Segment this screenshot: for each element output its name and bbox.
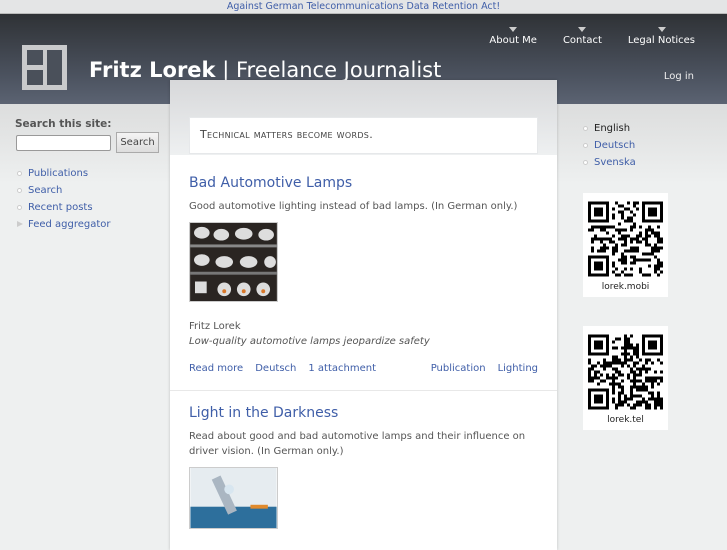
type-tag-link[interactable]: Publication [431,363,486,374]
login-link[interactable]: Log in [664,71,694,82]
language-svenska[interactable]: Svenska [581,156,636,173]
attachment-link[interactable]: 1 attachment [308,363,376,374]
main-content: Technical matters become words. Bad Auto… [170,80,557,550]
top-nav: About Me Contact Legal Notices [489,27,727,46]
post-image[interactable] [189,222,278,302]
qr-caption: lorek.mobi [601,282,650,292]
expand-triangle-icon [17,221,23,227]
menu-link[interactable]: Feed aggregator [28,219,111,230]
post: Light in the Darkness Read about good an… [189,405,538,532]
top-banner: Against German Telecommunications Data R… [0,0,727,14]
post-title[interactable]: Bad Automotive Lamps [189,175,538,191]
menu-link[interactable]: Search [28,185,62,196]
nav-contact[interactable]: Contact [553,27,618,46]
qr-code-tel: lorek.tel [583,326,668,430]
post-author: Fritz Lorek [189,321,241,332]
post-image[interactable] [189,467,278,529]
search-label: Search this site: [15,118,112,130]
left-sidebar: Search this site: Search Publications Se… [15,118,165,230]
menu-link[interactable]: Publications [28,168,88,179]
qr-code-icon [588,201,663,277]
translation-link[interactable]: Deutsch [255,363,296,374]
qr-code-mobi: lorek.mobi [583,193,668,297]
nav-label: Contact [562,35,602,46]
bullet-icon [17,171,22,176]
menu-item-publications[interactable]: Publications [15,167,111,184]
language-link[interactable]: Svenska [594,157,636,168]
post-title[interactable]: Light in the Darkness [189,405,538,421]
bullet-icon [583,126,588,131]
title-separator: | [222,58,230,82]
post: Bad Automotive Lamps Good automotive lig… [189,175,538,374]
menu-item-feed-aggregator[interactable]: Feed aggregator [15,218,111,235]
site-name: Fritz Lorek [89,58,216,82]
nav-legal-notices[interactable]: Legal Notices [618,27,727,46]
post-links: Read more Deutsch 1 attachment Publicati… [189,363,538,374]
bullet-icon [583,143,588,148]
post-description: Read about good and bad automotive lamps… [189,431,526,457]
bullet-icon [583,160,588,165]
post-description: Good automotive lighting instead of bad … [189,201,518,212]
search-button[interactable]: Search [116,132,159,153]
language-deutsch[interactable]: Deutsch [581,139,636,156]
left-menu: Publications Search Recent posts Feed ag… [15,167,111,235]
language-switcher: English Deutsch Svenska [581,122,636,173]
qr-code-icon [588,334,663,410]
post-subtitle: Low-quality automotive lamps jeopardize … [189,336,430,347]
site-slogan: Technical matters become words. [189,117,538,154]
site-title[interactable]: Fritz Lorek | Freelance Journalist [89,58,441,82]
data-retention-link[interactable]: Against German Telecommunications Data R… [227,1,500,12]
nav-label: About Me [489,35,537,46]
site-subtitle: Freelance Journalist [235,58,442,82]
nav-label: Legal Notices [627,35,695,46]
nav-about-me[interactable]: About Me [489,27,553,46]
search-input[interactable] [16,135,111,151]
language-link[interactable]: Deutsch [594,140,635,151]
site-logo-icon[interactable] [22,45,67,90]
language-label: English [594,123,631,134]
read-more-link[interactable]: Read more [189,363,243,374]
qr-caption: lorek.tel [607,415,644,425]
post-divider [170,390,557,391]
menu-link[interactable]: Recent posts [28,202,93,213]
language-english[interactable]: English [581,122,636,139]
topic-tag-link[interactable]: Lighting [498,363,538,374]
bullet-icon [17,205,22,210]
menu-item-recent-posts[interactable]: Recent posts [15,201,111,218]
menu-item-search[interactable]: Search [15,184,111,201]
bullet-icon [17,188,22,193]
